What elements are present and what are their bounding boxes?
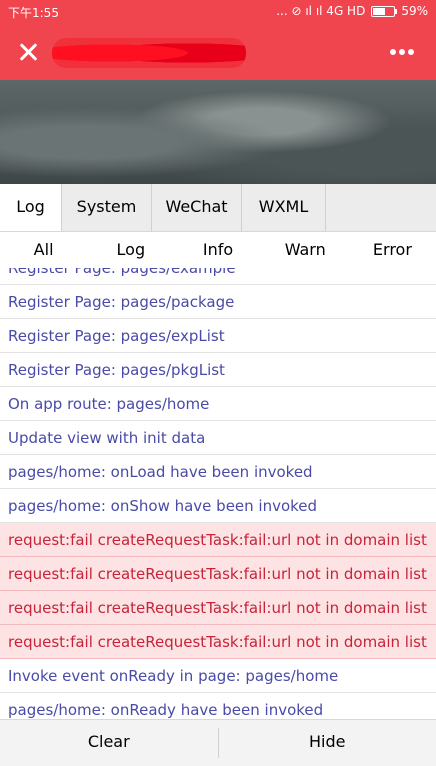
page-banner-image xyxy=(0,80,436,184)
close-icon[interactable] xyxy=(12,36,44,68)
status-time: 下午1:55 xyxy=(8,4,59,21)
log-row[interactable]: Invoke event onReady in page: pages/home xyxy=(0,659,436,693)
log-row[interactable]: pages/home: onLoad have been invoked xyxy=(0,455,436,489)
log-level-filters: All Log Info Warn Error xyxy=(0,232,436,269)
log-scroll-area[interactable]: Register Page: pages/exampleRegister Pag… xyxy=(0,268,436,719)
more-dots-icon[interactable] xyxy=(390,46,414,58)
hide-button[interactable]: Hide xyxy=(219,720,436,766)
log-row[interactable]: Register Page: pages/pkgList xyxy=(0,353,436,387)
log-row[interactable]: pages/home: onReady have been invoked xyxy=(0,693,436,719)
filter-warn[interactable]: Warn xyxy=(262,232,349,268)
status-bar: 下午1:55 ... ⊘ ıl ıl 4G HD 59% xyxy=(0,0,436,24)
nav-bar xyxy=(0,24,436,80)
tab-log[interactable]: Log xyxy=(0,184,62,231)
tab-wxml[interactable]: WXML xyxy=(242,184,326,231)
console-tabs: Log System WeChat WXML xyxy=(0,184,436,232)
filter-info[interactable]: Info xyxy=(174,232,261,268)
log-row[interactable]: On app route: pages/home xyxy=(0,387,436,421)
signal-indicators: ... ⊘ ıl ıl 4G HD xyxy=(276,4,365,18)
log-row-error[interactable]: request:fail createRequestTask:fail:url … xyxy=(0,625,436,659)
redacted-page-title xyxy=(52,38,246,68)
log-row-error[interactable]: request:fail createRequestTask:fail:url … xyxy=(0,523,436,557)
log-row[interactable]: pages/home: onShow have been invoked xyxy=(0,489,436,523)
log-row-error[interactable]: request:fail createRequestTask:fail:url … xyxy=(0,591,436,625)
filter-error[interactable]: Error xyxy=(349,232,436,268)
tab-system[interactable]: System xyxy=(62,184,152,231)
log-row[interactable]: Register Page: pages/example xyxy=(0,268,436,285)
vconsole-panel: Log System WeChat WXML All Log Info Warn… xyxy=(0,184,436,765)
battery-fill xyxy=(373,8,385,15)
battery-percent: 59% xyxy=(401,4,428,18)
filter-log[interactable]: Log xyxy=(87,232,174,268)
tab-wechat[interactable]: WeChat xyxy=(152,184,242,231)
log-row[interactable]: Register Page: pages/package xyxy=(0,285,436,319)
status-indicators-group: ... ⊘ ıl ıl 4G HD 59% xyxy=(276,4,428,18)
clear-button[interactable]: Clear xyxy=(0,720,218,766)
bottom-toolbar: Clear Hide xyxy=(0,719,436,766)
log-list: Register Page: pages/exampleRegister Pag… xyxy=(0,268,436,719)
log-row[interactable]: Update view with init data xyxy=(0,421,436,455)
battery-icon xyxy=(371,6,395,17)
filter-all[interactable]: All xyxy=(0,232,87,268)
log-row[interactable]: Register Page: pages/expList xyxy=(0,319,436,353)
log-row-error[interactable]: request:fail createRequestTask:fail:url … xyxy=(0,557,436,591)
